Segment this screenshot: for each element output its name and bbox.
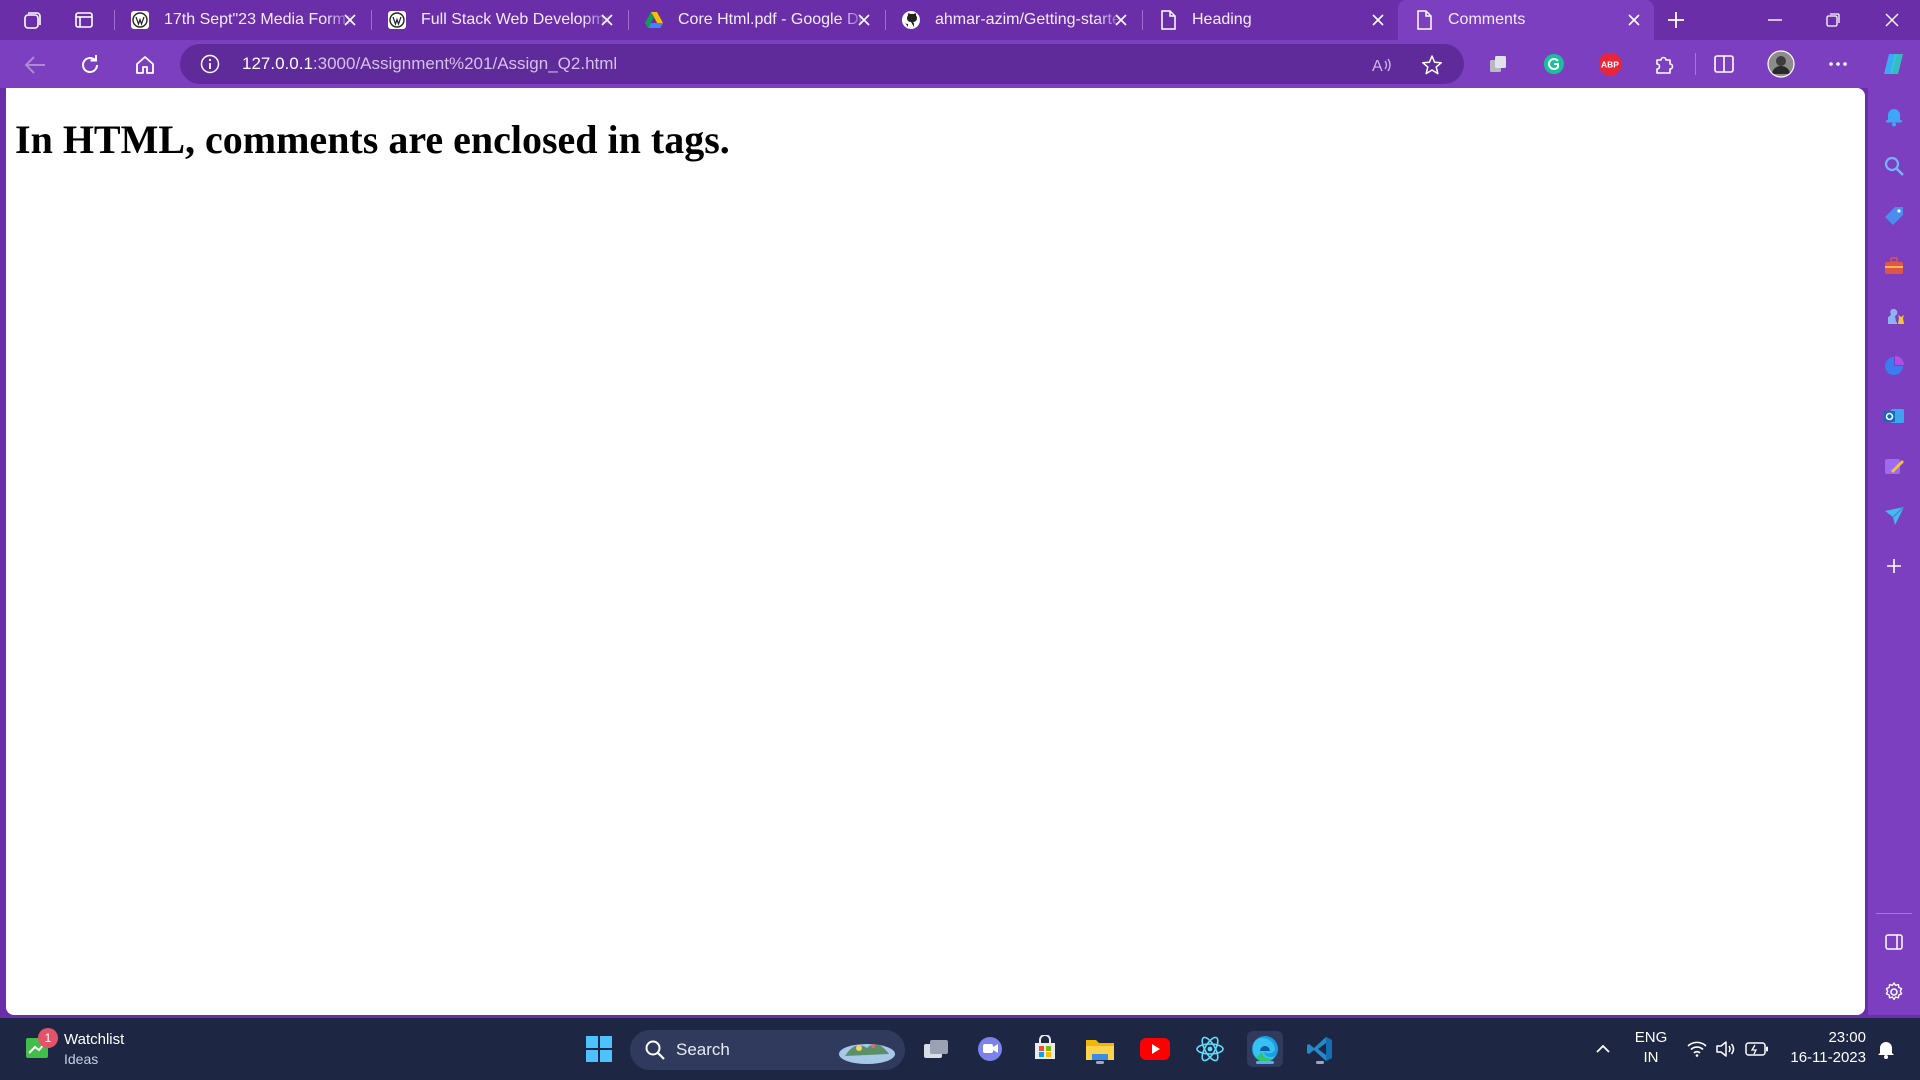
search-highlight-art [837, 1034, 897, 1066]
google-drive-icon [644, 10, 664, 30]
outlook-icon[interactable] [1880, 402, 1908, 430]
running-indicator [1096, 1061, 1104, 1064]
task-view-icon[interactable] [918, 1031, 954, 1067]
react-icon[interactable] [1192, 1031, 1228, 1067]
tab-comments[interactable]: Comments [1398, 0, 1654, 40]
favorite-star-icon[interactable] [1420, 53, 1444, 77]
youtube-icon[interactable] [1137, 1031, 1173, 1067]
grammarly-icon[interactable] [1540, 50, 1568, 78]
widget-title: Watchlist [64, 1031, 125, 1048]
file-explorer-icon[interactable] [1082, 1031, 1118, 1067]
settings-gear-icon[interactable] [1880, 978, 1908, 1006]
lang-code: ENG [1634, 1029, 1668, 1046]
more-options-icon[interactable] [1824, 50, 1852, 78]
region-code: IN [1643, 1049, 1659, 1066]
teams-chat-icon[interactable] [972, 1031, 1008, 1067]
tab-strip: 17th Sept"23 Media Forms Full Stack Web … [0, 0, 1920, 40]
close-tab-icon[interactable] [854, 10, 874, 30]
tab-actions-icon[interactable] [70, 6, 98, 34]
games-chess-icon[interactable] [1880, 302, 1908, 330]
back-arrow-icon[interactable] [20, 50, 50, 80]
windows-taskbar: 1 Watchlist Ideas Search ENG IN 23:00 16… [0, 1018, 1920, 1080]
url-host: 127.0.0.1 [242, 54, 313, 73]
vscode-icon[interactable] [1302, 1031, 1338, 1067]
close-tab-icon[interactable] [597, 10, 617, 30]
input-language-indicator[interactable]: ENG IN [1630, 1028, 1672, 1070]
page-heading: In HTML, comments are enclosed in tags. [15, 117, 730, 162]
add-sidebar-app-icon[interactable] [1880, 552, 1908, 580]
close-tab-icon[interactable] [1111, 10, 1131, 30]
hide-sidebar-icon[interactable] [1880, 928, 1908, 956]
start-windows-icon[interactable] [581, 1031, 617, 1067]
watchlist-widget[interactable]: 1 Watchlist Ideas [24, 1028, 144, 1070]
volume-icon[interactable] [1714, 1018, 1736, 1080]
search-label: Search [676, 1040, 730, 1059]
tab-media-forms[interactable]: 17th Sept"23 Media Forms [114, 0, 370, 40]
workspaces-icon[interactable] [18, 6, 46, 34]
shopping-tag-icon[interactable] [1880, 202, 1908, 230]
running-indicator [1256, 1061, 1274, 1064]
github-icon [901, 10, 921, 30]
tab-title: ahmar-azim/Getting-starte [935, 11, 1121, 28]
read-aloud-icon[interactable]: A [1370, 53, 1394, 77]
microsoft-365-icon[interactable] [1880, 352, 1908, 380]
notifications-bell-icon[interactable] [1880, 102, 1908, 130]
site-info-icon[interactable] [200, 54, 220, 74]
new-tab-icon[interactable] [1662, 6, 1690, 34]
running-indicator [1316, 1061, 1324, 1064]
search-icon [644, 1039, 666, 1061]
tab-core-html-pdf[interactable]: Core Html.pdf - Google Dr [628, 0, 884, 40]
designer-icon[interactable] [1880, 452, 1908, 480]
close-window-icon[interactable] [1864, 0, 1920, 40]
battery-icon[interactable] [1744, 1018, 1770, 1080]
url-path: :3000/Assignment%201/Assign_Q2.html [312, 54, 618, 73]
page-icon [1158, 10, 1178, 30]
svg-text:A: A [1372, 58, 1383, 75]
send-plane-icon[interactable] [1880, 502, 1908, 530]
notification-bell-icon[interactable] [1874, 1018, 1898, 1080]
show-hidden-icons-chevron-icon[interactable] [1592, 1018, 1614, 1080]
tab-title: Comments [1448, 11, 1526, 28]
widget-subtitle: Ideas [64, 1051, 99, 1067]
address-bar[interactable]: 127.0.0.1:3000/Assignment%201/Assign_Q2.… [180, 44, 1464, 84]
url-text[interactable]: 127.0.0.1:3000/Assignment%201/Assign_Q2.… [242, 54, 617, 74]
edge-browser-icon[interactable] [1247, 1031, 1283, 1067]
tab-title: Full Stack Web Developme [421, 11, 611, 28]
profile-avatar[interactable] [1767, 50, 1795, 78]
tab-full-stack[interactable]: Full Stack Web Developme [371, 0, 627, 40]
clock-time: 23:00 [1828, 1029, 1866, 1046]
restore-icon[interactable] [1805, 0, 1861, 40]
clock-date: 16-11-2023 [1790, 1049, 1866, 1066]
close-tab-icon[interactable] [1368, 10, 1388, 30]
copilot-icon[interactable] [1880, 50, 1908, 78]
tab-heading[interactable]: Heading [1142, 0, 1398, 40]
tab-title: Heading [1192, 11, 1252, 28]
tools-briefcase-icon[interactable] [1880, 252, 1908, 280]
navigation-toolbar: 127.0.0.1:3000/Assignment%201/Assign_Q2.… [0, 40, 1920, 88]
minimize-icon[interactable] [1747, 0, 1803, 40]
split-screen-icon[interactable] [1710, 50, 1738, 78]
extensions-puzzle-icon[interactable] [1650, 50, 1678, 78]
abp-label: ABP [1601, 60, 1619, 70]
notification-badge: 1 [38, 1028, 58, 1048]
tab-github[interactable]: ahmar-azim/Getting-starte [885, 0, 1141, 40]
wordpress-icon [387, 10, 407, 30]
search-icon[interactable] [1880, 152, 1908, 180]
wifi-icon[interactable] [1686, 1018, 1708, 1080]
close-tab-icon[interactable] [340, 10, 360, 30]
page-icon [1414, 10, 1434, 30]
tab-title: 17th Sept"23 Media Forms [164, 11, 354, 28]
page-viewport: In HTML, comments are enclosed in tags. [6, 88, 1865, 1015]
clock[interactable]: 23:00 16-11-2023 [1780, 1028, 1870, 1070]
close-tab-icon[interactable] [1624, 10, 1644, 30]
home-icon[interactable] [130, 50, 160, 80]
wordpress-icon [130, 10, 150, 30]
edge-sidebar [1868, 88, 1920, 1015]
adblock-plus-icon[interactable]: ABP [1596, 50, 1624, 78]
tab-title: Core Html.pdf - Google Dr [678, 11, 864, 28]
microsoft-store-icon[interactable] [1027, 1031, 1063, 1067]
collections-extension-icon[interactable] [1484, 50, 1512, 78]
refresh-icon[interactable] [75, 50, 105, 80]
taskbar-search[interactable]: Search [630, 1030, 905, 1070]
